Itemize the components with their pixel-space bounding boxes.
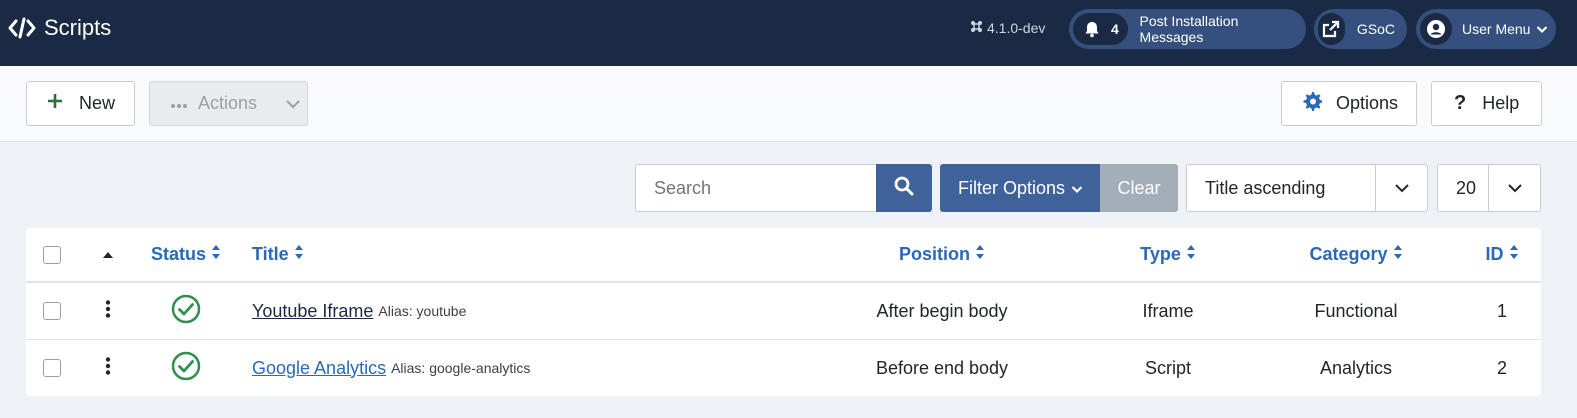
script-alias: Alias: youtube	[378, 303, 467, 319]
user-menu-label: User Menu	[1462, 21, 1531, 37]
script-position: Before end body	[875, 357, 1009, 378]
sort-icon	[211, 244, 221, 265]
actions-label: Actions	[198, 93, 258, 113]
caret-up-icon	[102, 246, 114, 264]
column-title-label: Title	[252, 244, 289, 264]
sort-icon	[1186, 244, 1196, 265]
post-installation-label: Post Installation Messages	[1139, 13, 1239, 45]
script-type: Iframe	[1142, 300, 1194, 321]
ordering-selected: Title ascending	[1205, 177, 1326, 198]
chevron-down-icon	[1375, 165, 1427, 211]
ordering-select[interactable]: Title ascending	[1186, 164, 1428, 212]
script-title-link[interactable]: Google Analytics	[252, 358, 386, 379]
script-category: Analytics	[1319, 357, 1393, 378]
search-icon	[894, 176, 914, 201]
external-link-icon	[1318, 13, 1345, 45]
select-all-checkbox[interactable]	[43, 245, 61, 264]
brand: Scripts	[8, 14, 111, 42]
filter-options-label: Filter Options	[957, 177, 1066, 198]
table-row: Google Analytics Alias: google-analytics…	[26, 340, 1541, 396]
script-id: 2	[1496, 357, 1507, 378]
options-button[interactable]: Options	[1281, 81, 1417, 126]
status-toggle[interactable]	[146, 283, 226, 339]
search-input[interactable]	[635, 164, 877, 212]
site-link-label: GSoC	[1356, 21, 1395, 37]
drag-handle[interactable]	[100, 340, 116, 396]
sort-icon	[294, 244, 304, 265]
column-id[interactable]: ID	[1472, 228, 1532, 281]
version-info: 4.1.0-dev	[970, 20, 1045, 36]
code-icon	[8, 14, 36, 42]
column-status[interactable]: Status	[146, 228, 226, 281]
clear-label: Clear	[1117, 177, 1161, 198]
search-button[interactable]	[876, 164, 932, 212]
column-category[interactable]: Category	[1276, 228, 1436, 281]
table-row: Youtube Iframe Alias: youtube After begi…	[26, 283, 1541, 340]
script-category: Functional	[1314, 300, 1398, 321]
help-button[interactable]: ? Help	[1431, 81, 1542, 126]
sort-icon	[1509, 244, 1519, 265]
toolbar: New Actions Options ? Help	[0, 66, 1577, 142]
vertical-ellipsis-icon	[105, 356, 111, 380]
version-label: 4.1.0-dev	[987, 20, 1046, 36]
options-label: Options	[1336, 93, 1399, 113]
new-label: New	[79, 93, 116, 113]
check-circle-icon	[171, 294, 201, 329]
new-button[interactable]: New	[26, 81, 135, 126]
actions-dropdown[interactable]: Actions	[149, 81, 308, 126]
help-label: Help	[1482, 93, 1520, 113]
post-installation-messages-button[interactable]: 4 Post Installation Messages	[1069, 9, 1306, 49]
filter-options-button[interactable]: Filter Options	[940, 164, 1101, 212]
column-id-label: ID	[1485, 244, 1504, 264]
column-position-label: Position	[899, 244, 970, 264]
column-type-label: Type	[1140, 244, 1181, 264]
drag-handle[interactable]	[100, 283, 116, 339]
limit-selected: 20	[1456, 177, 1477, 198]
check-circle-icon	[171, 351, 201, 386]
row-checkbox[interactable]	[43, 359, 61, 377]
script-id: 1	[1496, 300, 1507, 321]
ellipsis-icon	[170, 93, 188, 114]
limit-select[interactable]: 20	[1437, 164, 1541, 212]
row-checkbox[interactable]	[43, 302, 61, 320]
chevron-down-icon	[1488, 165, 1540, 211]
header: Scripts 4.1.0-dev 4 Post Installation Me…	[0, 0, 1577, 66]
scripts-table: Status Title Position Type Category ID Y…	[26, 228, 1541, 396]
column-category-label: Category	[1309, 244, 1388, 264]
sort-icon	[1393, 244, 1403, 265]
column-type[interactable]: Type	[1116, 228, 1220, 281]
chevron-down-icon	[1071, 178, 1083, 199]
column-position[interactable]: Position	[826, 228, 1058, 281]
column-status-label: Status	[150, 244, 206, 264]
plus-icon	[47, 93, 63, 114]
notification-count: 4	[1111, 21, 1119, 37]
question-icon: ?	[1454, 92, 1467, 114]
joomla-icon	[970, 20, 983, 36]
table-header-row: Status Title Position Type Category ID	[26, 228, 1541, 283]
clear-button[interactable]: Clear	[1100, 164, 1178, 212]
page-title: Scripts	[44, 15, 112, 40]
sort-icon	[975, 244, 985, 265]
script-type: Script	[1144, 357, 1191, 378]
user-menu-button[interactable]: User Menu	[1416, 9, 1556, 49]
chevron-down-icon	[285, 93, 301, 114]
gear-icon	[1302, 91, 1322, 116]
script-position: After begin body	[876, 300, 1008, 321]
script-alias: Alias: google-analytics	[391, 360, 531, 376]
script-title-link[interactable]: Youtube Iframe	[252, 301, 373, 322]
vertical-ellipsis-icon	[105, 299, 111, 323]
column-title[interactable]: Title	[252, 228, 304, 281]
status-toggle[interactable]	[146, 340, 226, 396]
chevron-down-icon	[1536, 21, 1548, 37]
user-icon	[1420, 13, 1452, 45]
ordering-sort-toggle[interactable]	[100, 228, 116, 281]
site-link-button[interactable]: GSoC	[1314, 9, 1407, 49]
bell-icon: 4	[1073, 13, 1128, 45]
